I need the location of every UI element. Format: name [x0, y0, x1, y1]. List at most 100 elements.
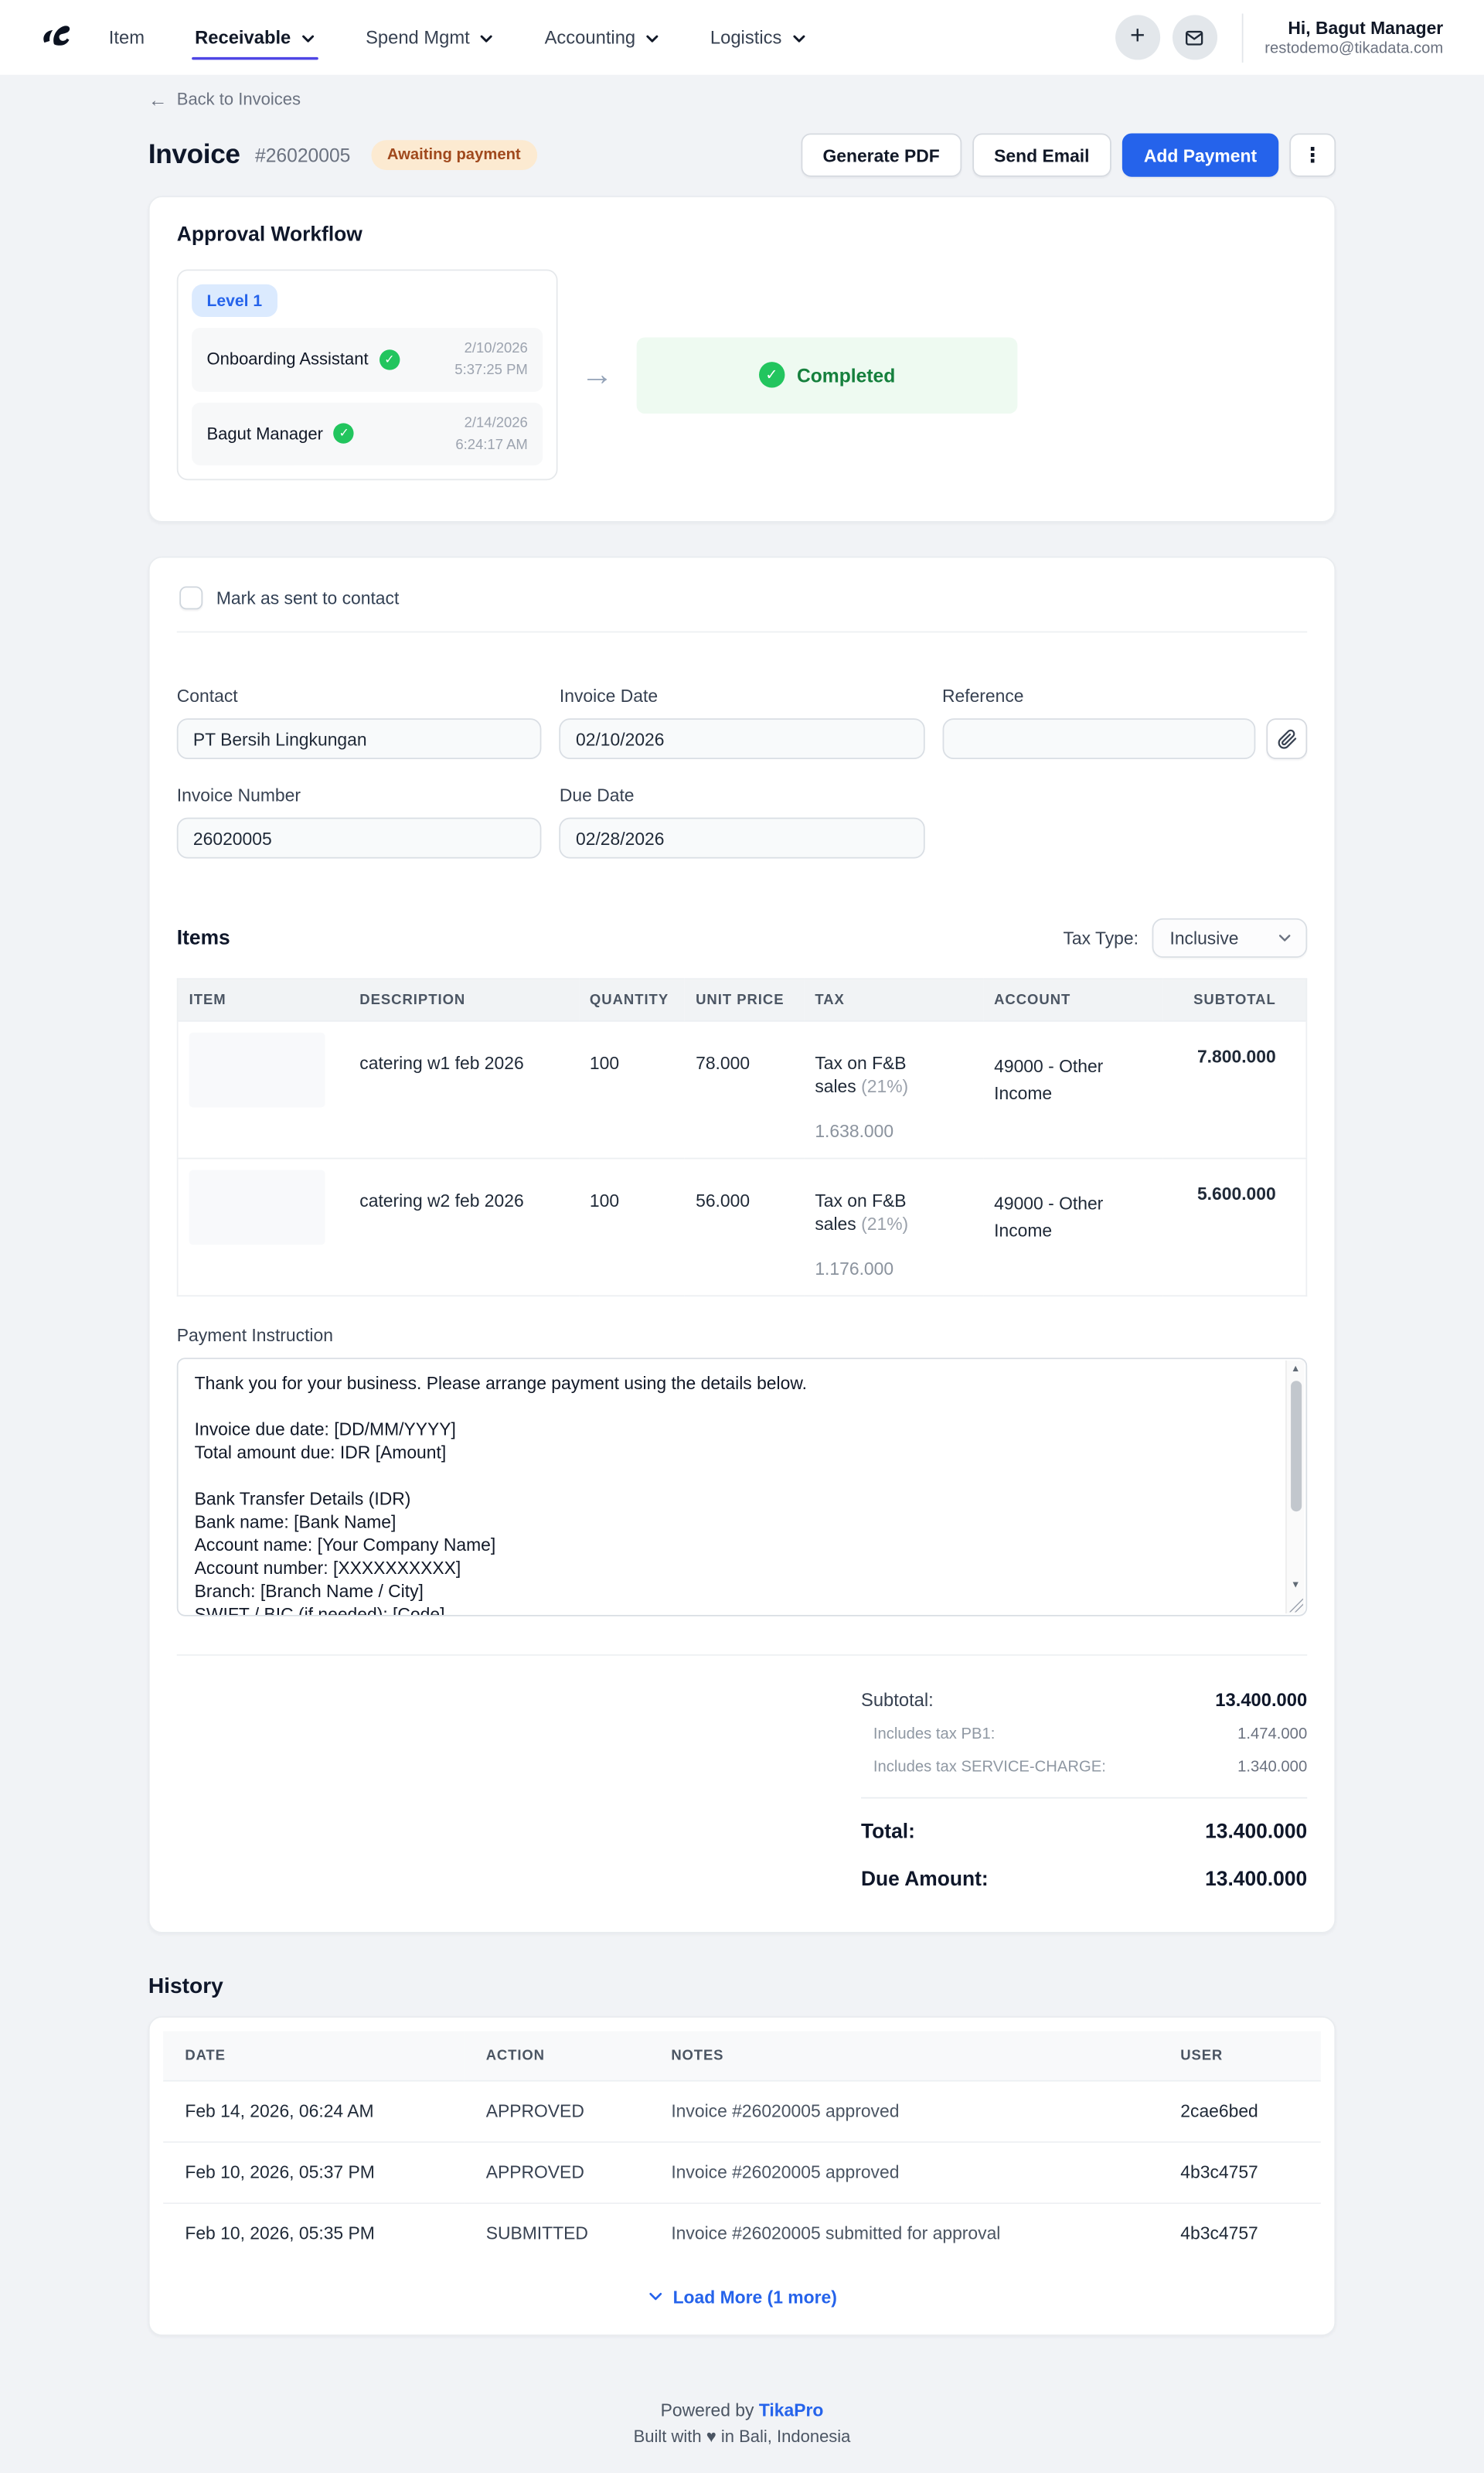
item-description: catering w1 feb 2026 [349, 1021, 579, 1158]
footer-brand-link[interactable]: TikaPro [759, 2400, 824, 2420]
page-header: Invoice #26020005 Awaiting payment Gener… [148, 133, 1336, 176]
attach-file-button[interactable] [1266, 718, 1307, 759]
level-badge: Level 1 [192, 284, 277, 317]
mail-icon [1184, 26, 1206, 48]
tax-included-row: Includes tax PB1: 1.474.000 [861, 1726, 1307, 1742]
items-table-header: ITEM DESCRIPTION QUANTITY UNIT PRICE TAX… [178, 979, 1307, 1021]
invoice-date-label: Invoice Date [560, 686, 924, 706]
scroll-up-icon[interactable]: ▲ [1287, 1360, 1305, 1378]
subtotal-row: Subtotal: 13.400.000 [861, 1689, 1307, 1709]
page-root: Item Receivable Spend Mgmt Accounting Lo… [0, 0, 1484, 2133]
nav-item-logistics[interactable]: Logistics [710, 0, 806, 75]
topbar-right: + Hi, Bagut Manager restodemo@tikadata.c… [1103, 13, 1443, 62]
scrollbar-thumb[interactable] [1290, 1381, 1301, 1511]
invoice-date-input[interactable] [560, 718, 924, 759]
column-header-subtotal: SUBTOTAL [1162, 979, 1306, 1021]
chevron-down-icon [791, 31, 806, 46]
item-thumbnail [189, 1170, 325, 1245]
history-table-header: DATE ACTION NOTES USER [163, 2031, 1321, 2080]
history-user: 4b3c4757 [1159, 2202, 1321, 2263]
send-email-button[interactable]: Send Email [972, 133, 1111, 176]
payment-instruction-label: Payment Instruction [177, 1324, 1307, 1344]
approval-level-card: Level 1 Onboarding Assistant ✓ 2/10/2026… [177, 269, 558, 480]
approver-timestamp: 2/14/2026 6:24:17 AM [455, 411, 527, 455]
contact-field: Contact [177, 686, 542, 759]
total-row: Total: 13.400.000 [861, 1820, 1307, 1843]
resize-grip[interactable] [1289, 1598, 1303, 1612]
item-tax: Tax on F&B sales (21%) 1.176.000 [804, 1158, 983, 1295]
approver-row: Onboarding Assistant ✓ 2/10/2026 5:37:25… [192, 328, 543, 391]
scrollbar[interactable]: ▲ ▼ [1285, 1360, 1305, 1613]
invoice-number-input[interactable] [177, 818, 542, 859]
chevron-down-icon [1277, 931, 1292, 945]
nav-item-receivable[interactable]: Receivable [195, 0, 315, 75]
nav-item-accounting[interactable]: Accounting [545, 0, 660, 75]
load-more-button[interactable]: Load More (1 more) [163, 2264, 1321, 2335]
tax-type-select[interactable]: Inclusive [1152, 918, 1308, 958]
kebab-icon: ⋮ [1302, 145, 1322, 168]
messages-button[interactable] [1173, 15, 1217, 60]
page-footer: Powered by TikaPro Built with ♥ in Bali,… [148, 2400, 1336, 2473]
item-tax: Tax on F&B sales (21%) 1.638.000 [804, 1021, 983, 1158]
column-header-quantity: QUANTITY [579, 979, 685, 1021]
item-account: 49000 - Other Income [994, 1053, 1130, 1108]
approver-name: Onboarding Assistant ✓ [206, 349, 400, 370]
item-tax-amount: 1.176.000 [815, 1258, 972, 1278]
history-table: DATE ACTION NOTES USER Feb 14, 2026, 06:… [163, 2031, 1321, 2264]
payment-instruction-textarea[interactable]: Thank you for your business. Please arra… [177, 1357, 1307, 1616]
history-notes: Invoice #26020005 approved [649, 2080, 1159, 2141]
item-thumbnail [189, 1033, 325, 1108]
approver-time: 6:24:17 AM [455, 437, 527, 453]
item-subtotal: 5.600.000 [1162, 1158, 1306, 1295]
divider [861, 1797, 1307, 1798]
divider [177, 632, 1307, 633]
mark-sent-row: Mark as sent to contact [177, 587, 1307, 610]
approver-row: Bagut Manager ✓ 2/14/2026 6:24:17 AM [192, 402, 543, 465]
scroll-down-icon[interactable]: ▼ [1287, 1576, 1305, 1594]
item-description: catering w2 feb 2026 [349, 1158, 579, 1295]
due-amount-row: Due Amount: 13.400.000 [861, 1868, 1307, 1891]
column-header-user: USER [1159, 2031, 1321, 2080]
item-account: 49000 - Other Income [994, 1191, 1130, 1245]
history-action: APPROVED [465, 2080, 650, 2141]
chevron-down-icon [301, 31, 315, 46]
due-date-input[interactable] [560, 818, 924, 859]
approver-date: 2/14/2026 [465, 414, 528, 431]
top-navbar: Item Receivable Spend Mgmt Accounting Lo… [0, 0, 1484, 75]
items-header: Items Tax Type: Inclusive [177, 918, 1307, 958]
reference-input[interactable] [942, 718, 1255, 759]
chevron-down-icon [479, 31, 494, 46]
column-header-date: DATE [163, 2031, 464, 2080]
check-circle-icon: ✓ [380, 349, 400, 370]
paperclip-icon [1277, 729, 1297, 749]
reference-field: Reference [942, 686, 1307, 759]
add-payment-button[interactable]: Add Payment [1122, 133, 1279, 176]
more-actions-button[interactable]: ⋮ [1289, 133, 1336, 176]
history-row: Feb 10, 2026, 05:37 PM APPROVED Invoice … [163, 2141, 1321, 2202]
item-quantity: 100 [579, 1158, 685, 1295]
nav-item-item[interactable]: Item [109, 0, 145, 75]
invoice-number-field: Invoice Number [177, 785, 542, 859]
nav-item-spend-mgmt[interactable]: Spend Mgmt [366, 0, 494, 75]
approver-name: Bagut Manager ✓ [206, 424, 354, 444]
item-tax-amount: 1.638.000 [815, 1121, 972, 1141]
back-link[interactable]: ← Back to Invoices [148, 90, 301, 109]
mark-sent-checkbox[interactable] [179, 587, 203, 610]
quick-add-button[interactable]: + [1115, 15, 1160, 60]
column-header-account: ACCOUNT [983, 979, 1162, 1021]
due-date-label: Due Date [560, 785, 924, 806]
item-unit-price: 56.000 [685, 1158, 804, 1295]
approval-workflow-card: Approval Workflow Level 1 Onboarding Ass… [148, 196, 1336, 522]
history-user: 2cae6bed [1159, 2080, 1321, 2141]
history-action: SUBMITTED [465, 2202, 650, 2263]
contact-input[interactable] [177, 718, 542, 759]
history-notes: Invoice #26020005 approved [649, 2141, 1159, 2202]
generate-pdf-button[interactable]: Generate PDF [801, 133, 962, 176]
main-content: ← Back to Invoices Invoice #26020005 Awa… [148, 75, 1336, 2473]
history-card: DATE ACTION NOTES USER Feb 14, 2026, 06:… [148, 2015, 1336, 2335]
history-date: Feb 14, 2026, 06:24 AM [163, 2080, 464, 2141]
column-header-description: DESCRIPTION [349, 979, 579, 1021]
main-nav: Item Receivable Spend Mgmt Accounting Lo… [109, 0, 806, 75]
item-row: catering w2 feb 2026 100 56.000 Tax on F… [178, 1158, 1307, 1295]
history-row: Feb 10, 2026, 05:35 PM SUBMITTED Invoice… [163, 2202, 1321, 2263]
